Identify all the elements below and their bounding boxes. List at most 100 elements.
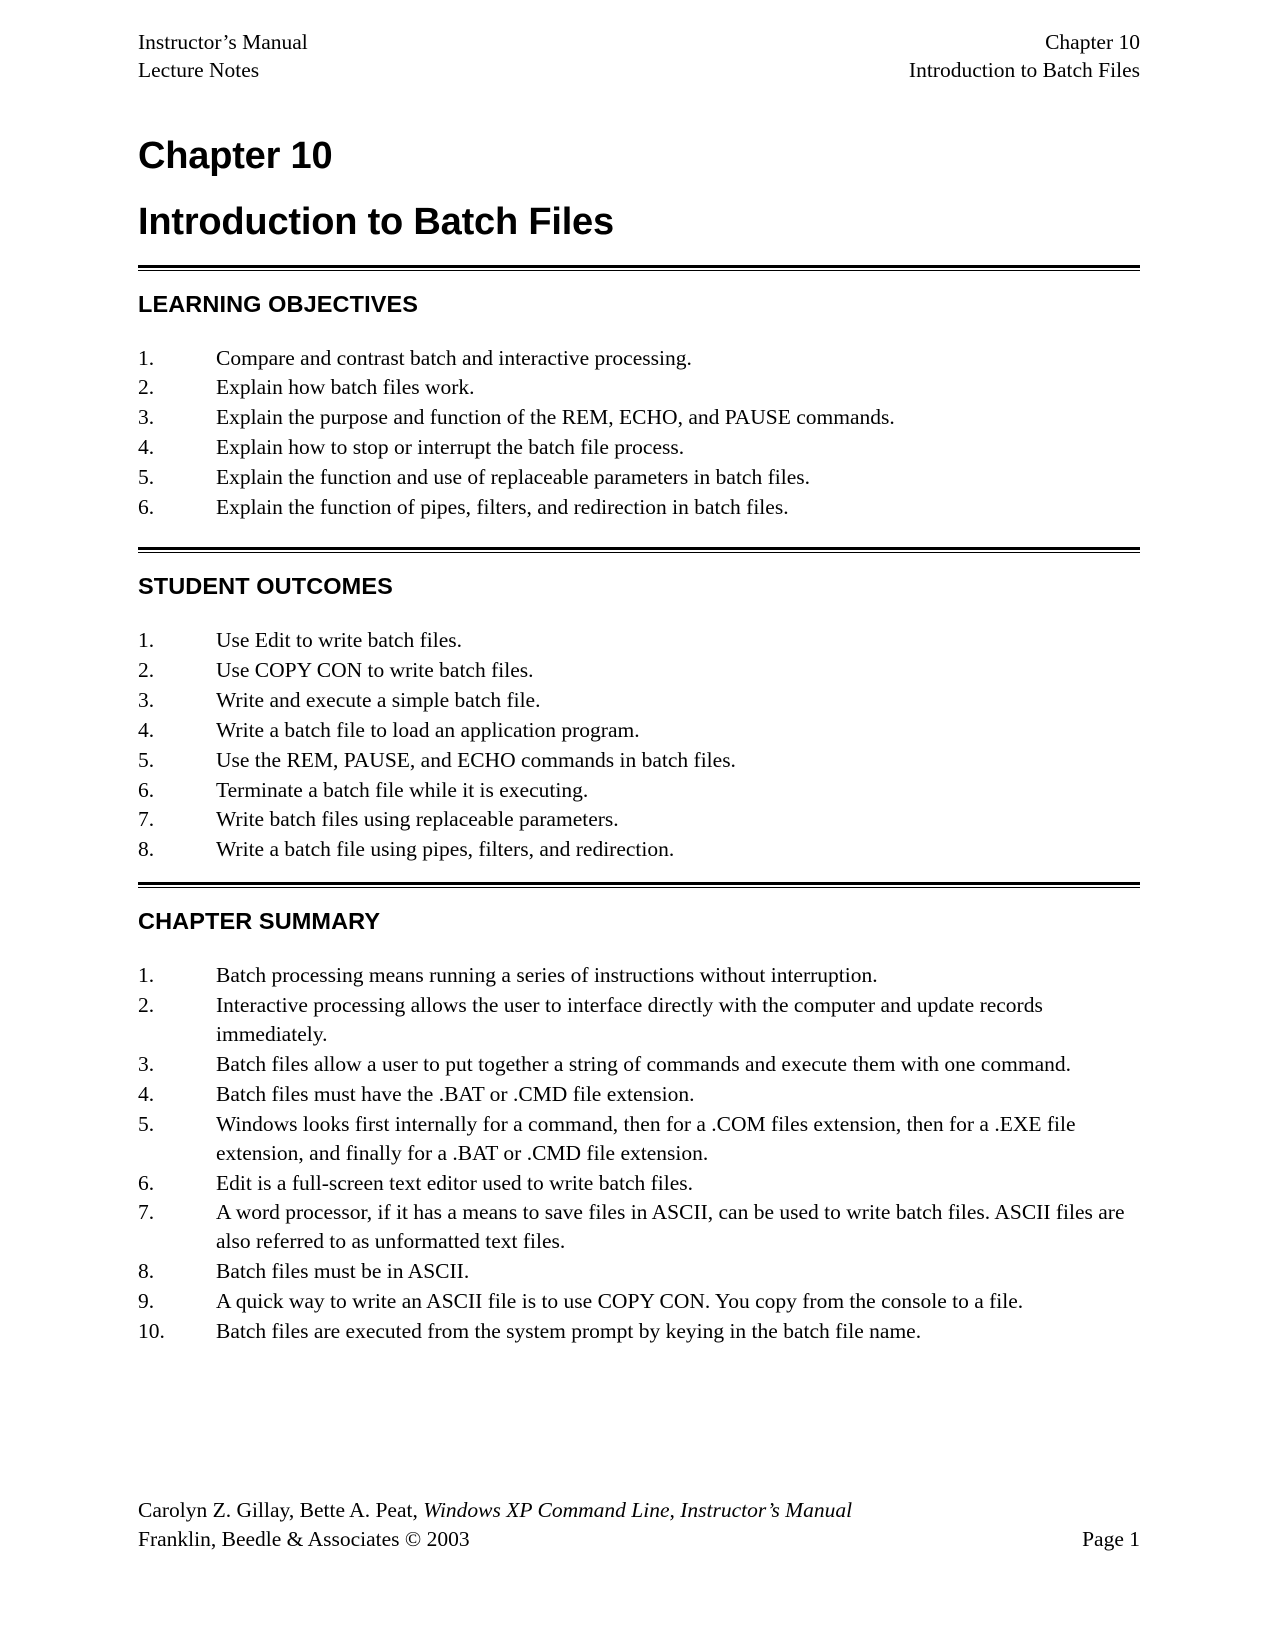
list-item-text: Explain the function of pipes, filters, … [216, 495, 789, 520]
list-item-text: Windows looks first internally for a com… [216, 1111, 1076, 1165]
section-student-outcomes: STUDENT OUTCOMES 1. Use Edit to write bat… [138, 546, 1140, 864]
list-item: 1. Compare and contrast batch and interac… [138, 344, 1140, 373]
footer-publisher-line: Franklin, Beedle & Associates © 2003 Pag… [138, 1525, 1140, 1554]
list-item: 3. Explain the purpose and function of th… [138, 403, 1140, 432]
page-footer: Carolyn Z. Gillay, Bette A. Peat, Window… [138, 1496, 1140, 1554]
list-item-number: 3. [138, 405, 155, 430]
running-head-left-line2: Lecture Notes [138, 58, 260, 83]
list-item-text: Terminate a batch file while it is execu… [216, 777, 589, 802]
list-item-number: 4. [138, 1081, 155, 1106]
list-item-number: 2. [138, 375, 155, 400]
list-item: 6. Terminate a batch file while it is exe… [138, 776, 1140, 805]
list-item-text: Use Edit to write batch files. [216, 627, 462, 652]
learning-objectives-list: 1. Compare and contrast batch and interac… [138, 344, 1140, 522]
list-item-text: Explain how to stop or interrupt the bat… [216, 435, 685, 460]
list-item: 3. Write and execute a simple batch file. [138, 686, 1140, 715]
list-item: 4. Write a batch file to load an applicat… [138, 716, 1140, 745]
list-item: 2. Interactive processing allows the user… [138, 991, 1140, 1049]
list-item-number: 3. [138, 687, 155, 712]
running-head-left: Instructor’s Manual Lecture Notes [138, 28, 308, 85]
list-item-text: Explain how batch files work. [216, 375, 475, 400]
list-item-text: Batch files allow a user to put together… [216, 1051, 1071, 1076]
list-item-number: 5. [138, 747, 155, 772]
list-item-text: Batch files are executed from the system… [216, 1319, 922, 1344]
chapter-number: Chapter 10 [138, 134, 333, 177]
student-outcomes-list: 1. Use Edit to write batch files. 2. Use C… [138, 626, 1140, 864]
list-item: 10. Batch files are executed from the sys… [138, 1317, 1140, 1346]
list-item: 8. Batch files must be in ASCII. [138, 1257, 1140, 1286]
list-item: 9. A quick way to write an ASCII file is … [138, 1287, 1140, 1316]
list-item: 5. Use the REM, PAUSE, and ECHO commands … [138, 746, 1140, 775]
list-item-number: 5. [138, 465, 155, 490]
section-learning-objectives: LEARNING OBJECTIVES 1. Compare and contra… [138, 264, 1140, 522]
footer-page-number: Page 1 [1082, 1526, 1140, 1551]
list-item-number: 7. [138, 807, 155, 832]
list-item-number: 3. [138, 1051, 155, 1076]
list-item-text: A word processor, if it has a means to s… [216, 1200, 1125, 1254]
list-item: 2. Use COPY CON to write batch files. [138, 656, 1140, 685]
list-item-number: 5. [138, 1111, 155, 1136]
chapter-title-block: Chapter 10 Introduction to Batch Files [138, 134, 1140, 243]
list-item-number: 9. [138, 1289, 155, 1314]
chapter-summary-list: 1. Batch processing means running a serie… [138, 961, 1140, 1346]
section-divider-rule [138, 546, 1140, 553]
section-chapter-summary: CHAPTER SUMMARY 1. Batch processing means… [138, 882, 1140, 1346]
list-item-text: Write a batch file using pipes, filters,… [216, 837, 675, 862]
list-item-text: Explain the function and use of replacea… [216, 465, 810, 490]
section-heading-chapter-summary: CHAPTER SUMMARY [138, 908, 381, 935]
list-item-text: Use the REM, PAUSE, and ECHO commands in… [216, 747, 736, 772]
list-item-text: Explain the purpose and function of the … [216, 405, 895, 430]
section-divider-rule [138, 264, 1140, 271]
list-item-number: 1. [138, 345, 155, 370]
running-head-right-line2: Introduction to Batch Files [908, 58, 1140, 83]
list-item: 8. Write a batch file using pipes, filter… [138, 835, 1140, 864]
list-item-text: Write and execute a simple batch file. [216, 687, 541, 712]
list-item-number: 6. [138, 495, 155, 520]
list-item-number: 1. [138, 627, 155, 652]
list-item-text: Batch processing means running a series … [216, 963, 878, 988]
list-item: 1. Use Edit to write batch files. [138, 626, 1140, 655]
list-item-number: 8. [138, 1259, 155, 1284]
list-item: 5. Windows looks first internally for a c… [138, 1110, 1140, 1168]
list-item: 4. Batch files must have the .BAT or .CMD… [138, 1080, 1140, 1109]
list-item: 7. Write batch files using replaceable pa… [138, 805, 1140, 834]
list-item-number: 4. [138, 717, 155, 742]
divider-thin-bar [138, 269, 1140, 271]
divider-thin-bar [138, 551, 1140, 553]
running-head: Instructor’s Manual Lecture Notes Chapte… [138, 28, 1140, 85]
list-item: 4. Explain how to stop or interrupt the b… [138, 433, 1140, 462]
footer-publisher: Franklin, Beedle & Associates © 2003 [138, 1526, 470, 1551]
list-item-number: 2. [138, 993, 155, 1018]
list-item: 2. Explain how batch files work. [138, 373, 1140, 402]
section-heading-student-outcomes: STUDENT OUTCOMES [138, 572, 393, 599]
list-item-text: Batch files must be in ASCII. [216, 1259, 470, 1284]
divider-thin-bar [138, 887, 1140, 889]
list-item-number: 1. [138, 963, 155, 988]
running-head-right-line1: Chapter 10 [1045, 30, 1140, 54]
list-item: 6. Explain the function of pipes, filters… [138, 493, 1140, 522]
footer-authors: Carolyn Z. Gillay, Bette A. Peat, [138, 1497, 424, 1522]
footer-work-title: Windows XP Command Line, Instructor’s Ma… [423, 1497, 853, 1522]
list-item: 7. A word processor, if it has a means to… [138, 1198, 1140, 1256]
list-item-text: Interactive processing allows the user t… [216, 993, 1043, 1047]
list-item-number: 6. [138, 777, 155, 802]
list-item-text: Batch files must have the .BAT or .CMD f… [216, 1081, 695, 1106]
running-head-right: Chapter 10 Introduction to Batch Files [909, 28, 1140, 85]
list-item-number: 8. [138, 837, 155, 862]
document-page: Instructor’s Manual Lecture Notes Chapte… [0, 0, 1275, 1650]
list-item-number: 6. [138, 1170, 155, 1195]
section-heading-learning-objectives: LEARNING OBJECTIVES [138, 290, 419, 317]
chapter-title: Introduction to Batch Files [138, 200, 614, 243]
list-item-text: Write batch files using replaceable para… [216, 807, 619, 832]
list-item: 5. Explain the function and use of replac… [138, 463, 1140, 492]
list-item: 6. Edit is a full-screen text editor used… [138, 1169, 1140, 1198]
list-item-text: A quick way to write an ASCII file is to… [216, 1289, 1024, 1314]
list-item-number: 10. [138, 1319, 165, 1344]
list-item-text: Compare and contrast batch and interacti… [216, 345, 692, 370]
list-item: 3. Batch files allow a user to put togeth… [138, 1050, 1140, 1079]
list-item-text: Use COPY CON to write batch files. [216, 657, 534, 682]
list-item-text: Edit is a full-screen text editor used t… [216, 1170, 694, 1195]
list-item-number: 7. [138, 1200, 155, 1225]
list-item-text: Write a batch file to load an applicatio… [216, 717, 640, 742]
list-item-number: 4. [138, 435, 155, 460]
